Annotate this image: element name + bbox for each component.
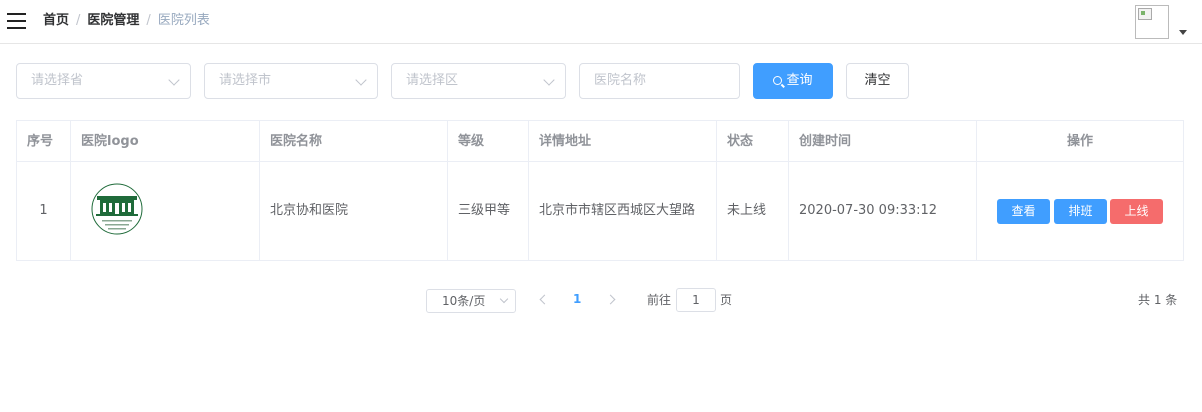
hamburger-menu-icon[interactable]: [7, 13, 26, 29]
breadcrumb-hospital-management[interactable]: 医院管理: [87, 13, 139, 28]
row-actions: 查看 排班 上线: [977, 162, 1183, 260]
broken-image-icon: [1138, 8, 1152, 20]
breadcrumb-separator: /: [76, 13, 81, 28]
goto-suffix: 页: [720, 293, 733, 307]
column-header-created: 创建时间: [789, 121, 977, 162]
goto-page-input[interactable]: 1: [676, 288, 716, 312]
city-select-placeholder: 请选择市: [219, 73, 272, 88]
search-button-label: 查询: [786, 73, 813, 88]
row-created-time: 2020-07-30 09:33:12: [789, 162, 977, 260]
city-select[interactable]: 请选择市: [204, 63, 378, 99]
clear-button-label: 清空: [864, 73, 891, 88]
caret-down-icon[interactable]: [1179, 30, 1187, 35]
prev-page-icon[interactable]: [539, 294, 550, 305]
column-header-index: 序号: [17, 121, 71, 162]
breadcrumb-hospital-list: 医院列表: [157, 13, 210, 28]
goto-prefix: 前往: [647, 293, 672, 307]
column-header-name: 医院名称: [260, 121, 448, 162]
chevron-down-icon: [543, 74, 555, 86]
search-button[interactable]: 查询: [753, 63, 833, 99]
chevron-down-icon: [168, 74, 180, 86]
breadcrumb-home[interactable]: 首页: [43, 13, 69, 28]
hospital-logo-icon: [91, 183, 143, 235]
province-select[interactable]: 请选择省: [16, 63, 191, 99]
row-logo-cell: [71, 162, 260, 260]
page-number-current[interactable]: 1: [573, 292, 581, 306]
province-select-placeholder: 请选择省: [31, 73, 84, 88]
hospital-table: 序号 医院logo 医院名称 等级 详情地址 状态 创建时间 操作 1 北京协和…: [16, 120, 1184, 261]
page-size-select[interactable]: 10条/页: [426, 289, 516, 313]
hospital-name-input[interactable]: 医院名称: [579, 63, 740, 99]
breadcrumb-separator: /: [146, 13, 151, 28]
view-button[interactable]: 查看: [997, 199, 1050, 224]
chevron-down-icon: [499, 294, 509, 304]
column-header-actions: 操作: [977, 121, 1183, 162]
avatar[interactable]: [1135, 5, 1169, 39]
row-level: 三级甲等: [448, 162, 529, 260]
column-header-logo: 医院logo: [71, 121, 260, 162]
breadcrumb: 首页 / 医院管理 / 医院列表: [43, 13, 210, 29]
row-status: 未上线: [717, 162, 789, 260]
column-header-level: 等级: [448, 121, 529, 162]
column-header-status: 状态: [717, 121, 789, 162]
search-icon: [773, 76, 783, 85]
clear-button[interactable]: 清空: [846, 63, 909, 99]
chevron-down-icon: [355, 74, 367, 86]
navbar: 首页 / 医院管理 / 医院列表: [0, 0, 1202, 44]
row-index: 1: [17, 162, 71, 260]
row-address: 北京市市辖区西城区大望路: [529, 162, 717, 260]
row-hospital-name: 北京协和医院: [260, 162, 448, 260]
page-size-value: 10条/页: [442, 294, 486, 308]
total-count: 共 1 条: [1138, 293, 1178, 307]
schedule-button[interactable]: 排班: [1054, 199, 1107, 224]
column-header-address: 详情地址: [529, 121, 717, 162]
district-select[interactable]: 请选择区: [391, 63, 566, 99]
next-page-icon[interactable]: [605, 294, 616, 305]
hospital-name-placeholder: 医院名称: [594, 73, 647, 88]
district-select-placeholder: 请选择区: [406, 73, 459, 88]
go-online-button[interactable]: 上线: [1110, 199, 1163, 224]
